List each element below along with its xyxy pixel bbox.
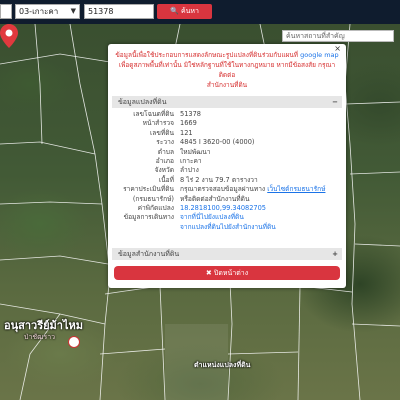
search-button-label: ค้นหา: [180, 7, 199, 15]
info-row-key: เลขโฉนดที่ดิน: [133, 110, 174, 118]
info-row: ค่าพิกัดแปลง 18.2818100,99.34082705: [112, 204, 342, 213]
info-row-value-text: เกาะคา: [180, 156, 202, 165]
info-row-value-text: ลำปาง: [180, 166, 199, 175]
info-row-value: ลำปาง: [180, 166, 199, 175]
info-row-value[interactable]: จากที่นี่ไปยังแปลงที่ดิน: [180, 213, 244, 222]
parcel-info-rows: เลขโฉนดที่ดิน 51378 หน้าสำรวจ 1669 เลขที่ดิน…: [112, 110, 342, 232]
info-row-value-text: 8 ไร่ 2 งาน 79.7 ตารางวา: [180, 175, 258, 184]
info-row-value: 8 ไร่ 2 งาน 79.7 ตารางวา: [180, 176, 258, 185]
info-row-value: 51378: [180, 110, 201, 119]
info-row-value: 1669: [180, 119, 197, 128]
info-row-value-text: 4845 I 3620-00 (4000): [180, 138, 255, 147]
info-row: ข้อมูลการเดินทาง จากที่นี่ไปยังแปลงที่ดิน: [112, 213, 342, 222]
info-row-value-text: 121: [180, 128, 193, 137]
notice-line3: สำนักงานที่ดิน: [206, 81, 248, 89]
close-window-button[interactable]: ✖ ปิดหน้าต่าง: [114, 266, 340, 280]
google-map-link[interactable]: google map: [300, 51, 339, 59]
parcel-number-input[interactable]: 51378: [84, 4, 154, 19]
info-row-key: อำเภอ: [155, 156, 174, 165]
notice-line1: ข้อมูลนี้เพื่อใช้ประกอบการแสดงลักษณะรูปแ…: [115, 51, 299, 59]
close-window-label: ✖ ปิดหน้าต่าง: [205, 269, 249, 277]
info-row-value: กรุณาตรวจสอบข้อมูลผ่านทาง เว็บไซต์กรมธนา…: [180, 185, 325, 194]
info-row-value: หรือติดต่อสำนักงานที่ดิน: [180, 195, 249, 204]
info-row: (กรมธนารักษ์) หรือติดต่อสำนักงานที่ดิน: [112, 195, 342, 204]
info-row-value-text: 1669: [180, 119, 197, 128]
section-land-office-header[interactable]: ข้อมูลสำนักงานที่ดิน +: [112, 248, 342, 260]
info-row-value-text[interactable]: 18.2818100,99.34082705: [180, 204, 266, 212]
district-select[interactable]: 03-เกาะคา ▼: [15, 4, 80, 19]
info-row-value[interactable]: จากแปลงที่ดินไปยังสำนักงานที่ดิน: [180, 223, 276, 232]
section-land-office-title: ข้อมูลสำนักงานที่ดิน: [118, 250, 180, 258]
province-select[interactable]: [0, 4, 12, 19]
info-row-value-text: กรุณาตรวจสอบข้อมูลผ่านทาง: [180, 185, 266, 194]
info-row-key: ค่าพิกัดแปลง: [137, 203, 174, 212]
district-select-value: 03-เกาะคา: [19, 7, 59, 16]
parcel-info-popup: × ข้อมูลนี้เพื่อใช้ประกอบการแสดงลักษณะรู…: [108, 44, 346, 288]
info-row-value: ใหม่พัฒนา: [180, 148, 210, 157]
info-row-key: ตำบล: [157, 147, 174, 156]
search-icon: 🔍: [170, 7, 179, 15]
info-row-key: ระวาง: [156, 138, 174, 147]
chevron-down-icon: ▼: [70, 7, 76, 15]
info-row-key: หน้าสำรวจ: [142, 119, 174, 128]
info-row: หน้าสำรวจ 1669: [112, 119, 342, 128]
info-row: จากแปลงที่ดินไปยังสำนักงานที่ดิน: [112, 223, 342, 232]
info-row-value-text[interactable]: จากแปลงที่ดินไปยังสำนักงานที่ดิน: [180, 223, 276, 231]
info-row-key: เนื้อที่: [158, 175, 174, 184]
info-row-value-text: ใหม่พัฒนา: [180, 147, 211, 156]
expand-icon[interactable]: +: [332, 248, 338, 260]
info-row-value[interactable]: 18.2818100,99.34082705: [180, 204, 266, 213]
parcel-number-value: 51378: [88, 7, 114, 16]
treasury-website-link[interactable]: เว็บไซต์กรมธนารักษ์: [267, 185, 325, 193]
info-row-value-text[interactable]: จากที่นี่ไปยังแปลงที่ดิน: [180, 213, 244, 221]
info-row: อำเภอ เกาะคา: [112, 157, 342, 166]
location-pin-icon[interactable]: [0, 24, 18, 48]
info-row: เนื้อที่ 8 ไร่ 2 งาน 79.7 ตารางวา: [112, 176, 342, 185]
notice-line2: เพื่อดูสภาพพื้นที่เท่านั้น มิใช่หลักฐานท…: [118, 61, 336, 79]
info-row-key: (กรมธนารักษ์): [132, 194, 174, 203]
info-row-value: 121: [180, 129, 193, 138]
info-row-key: จังหวัด: [154, 166, 174, 175]
info-row-value-text: 51378: [180, 110, 201, 118]
info-row: เลขโฉนดที่ดิน 51378: [112, 110, 342, 119]
disclaimer-notice: ข้อมูลนี้เพื่อใช้ประกอบการแสดงลักษณะรูปแ…: [112, 50, 342, 90]
collapse-icon[interactable]: −: [332, 96, 338, 108]
search-button[interactable]: 🔍 ค้นหา: [157, 4, 212, 19]
pin-label: ตำแหน่งแปลงที่ดิน: [194, 361, 251, 369]
info-row-key: ราคาประเมินที่ดิน: [123, 185, 174, 194]
info-row-value: เกาะคา: [180, 157, 202, 166]
info-row: ราคาประเมินที่ดิน กรุณาตรวจสอบข้อมูลผ่านท…: [112, 185, 342, 194]
section-parcel-info-title: ข้อมูลแปลงที่ดิน: [118, 98, 167, 106]
info-row-key: เลขที่ดิน: [150, 128, 174, 137]
info-row: เลขที่ดิน 121: [112, 129, 342, 138]
map-place-sublabel: ป่าชัฒราว: [24, 333, 56, 341]
info-row: ระวาง 4845 I 3620-00 (4000): [112, 138, 342, 147]
info-row-value-text: หรือติดต่อสำนักงานที่ดิน: [180, 194, 250, 203]
info-row-key: ข้อมูลการเดินทาง: [123, 213, 174, 222]
info-row: ตำบล ใหม่พัฒนา: [112, 148, 342, 157]
place-search-input[interactable]: ค้นหาสถานที่สำคัญ: [282, 30, 394, 42]
place-search-placeholder: ค้นหาสถานที่สำคัญ: [286, 32, 345, 40]
place-marker-icon[interactable]: [68, 336, 80, 348]
top-search-bar: 03-เกาะคา ▼ 51378 🔍 ค้นหา: [0, 0, 400, 24]
info-row: จังหวัด ลำปาง: [112, 166, 342, 175]
info-row-value: 4845 I 3620-00 (4000): [180, 138, 255, 147]
section-parcel-info-header[interactable]: ข้อมูลแปลงที่ดิน −: [112, 96, 342, 108]
